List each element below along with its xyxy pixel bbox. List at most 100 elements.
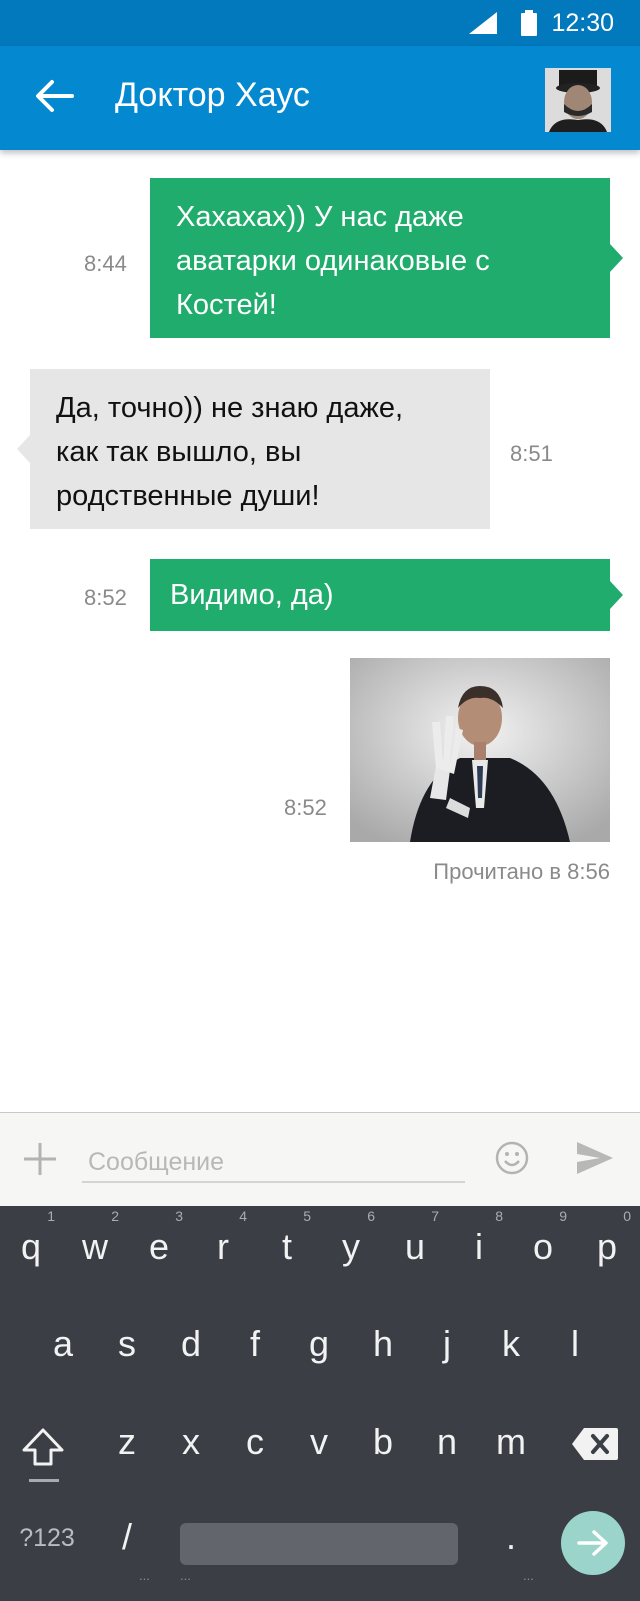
key-q[interactable]: 1q (1, 1206, 61, 1286)
key-label: q (20, 1226, 42, 1267)
status-clock: 12:30 (551, 9, 614, 37)
message-text-line: как так вышло, вы (56, 436, 302, 468)
message-input[interactable] (82, 1143, 465, 1183)
key-label: o (532, 1226, 554, 1267)
app-bar: Доктор Хаус (0, 46, 640, 150)
key-k[interactable]: k (481, 1303, 541, 1383)
message-text-line: Костей! (176, 289, 277, 321)
key-slash[interactable]: / (97, 1496, 157, 1576)
signal-icon (469, 12, 497, 34)
key-a[interactable]: a (33, 1303, 93, 1383)
key-label: p (596, 1226, 618, 1267)
key-v[interactable]: v (289, 1401, 349, 1481)
battery-icon (521, 10, 537, 36)
key-w[interactable]: 2w (65, 1206, 125, 1286)
key-label: / (121, 1516, 132, 1557)
key-hint: 3 (175, 1208, 183, 1224)
key-f[interactable]: f (225, 1303, 285, 1383)
key-label: r (217, 1226, 229, 1267)
key-label: k (502, 1323, 520, 1364)
key-o[interactable]: 9o (513, 1206, 573, 1286)
bubble-tail (610, 581, 623, 609)
incoming-message[interactable]: Да, точно)) не знаю даже, как так вышло,… (17, 369, 490, 529)
key-y[interactable]: 6y (321, 1206, 381, 1286)
message-text-line: Хахахах)) У нас даже (176, 201, 464, 233)
key-n[interactable]: n (417, 1401, 477, 1481)
key-label: w (82, 1226, 108, 1267)
key-hint: 6 (367, 1208, 375, 1224)
key-label: y (342, 1226, 360, 1267)
back-arrow-icon[interactable] (34, 78, 74, 114)
enter-key[interactable] (561, 1511, 625, 1575)
key-label: i (475, 1226, 483, 1267)
message-time: 8:52 (284, 795, 327, 820)
key-label: t (281, 1226, 292, 1267)
key-p[interactable]: 0p (577, 1206, 637, 1286)
key-b[interactable]: b (353, 1401, 413, 1481)
composer-bar (0, 1112, 640, 1206)
key-t[interactable]: 5t (257, 1206, 317, 1286)
key-hint: 0 (623, 1208, 631, 1224)
space-key[interactable] (180, 1523, 458, 1565)
key-hint: 9 (559, 1208, 567, 1224)
key-i[interactable]: 8i (449, 1206, 509, 1286)
key-hint: 2 (111, 1208, 119, 1224)
key-hint-dots: ... (523, 1568, 534, 1583)
key-label: c (246, 1421, 264, 1462)
key-c[interactable]: c (225, 1401, 285, 1481)
key-label: . (505, 1516, 516, 1557)
message-time: 8:52 (84, 585, 127, 610)
read-receipt: Прочитано в 8:56 (433, 859, 610, 884)
key-label: x (182, 1421, 200, 1462)
key-x[interactable]: x (161, 1401, 221, 1481)
key-d[interactable]: d (161, 1303, 221, 1383)
space-hint-dots: ... (180, 1568, 191, 1583)
keyboard: 1q 2w 3e 4r 5t 6y 7u 8i 9o 0p a s d f g … (0, 1206, 640, 1601)
key-hint: 7 (431, 1208, 439, 1224)
key-hint-dots: ... (139, 1568, 150, 1583)
status-bar: 12:30 (0, 0, 640, 46)
bubble-tail (610, 244, 623, 272)
key-label: ?123 (19, 1524, 75, 1552)
key-e[interactable]: 3e (129, 1206, 189, 1286)
message-time: 8:51 (510, 441, 553, 466)
backspace-icon[interactable] (572, 1428, 618, 1460)
key-label: f (249, 1323, 260, 1364)
key-label: u (404, 1226, 426, 1267)
key-label: h (372, 1323, 394, 1364)
chat-title: Доктор Хаус (115, 76, 310, 114)
key-r[interactable]: 4r (193, 1206, 253, 1286)
key-m[interactable]: m (481, 1401, 541, 1481)
key-h[interactable]: h (353, 1303, 413, 1383)
message-time: 8:44 (84, 251, 127, 276)
key-label: m (496, 1421, 526, 1462)
send-icon[interactable] (576, 1141, 614, 1175)
shift-icon[interactable] (22, 1428, 64, 1466)
smile-icon[interactable] (495, 1141, 529, 1175)
key-label: g (308, 1323, 330, 1364)
bubble-tail (17, 435, 30, 463)
key-s[interactable]: s (97, 1303, 157, 1383)
outgoing-message[interactable]: Видимо, да) (150, 559, 623, 631)
key-label: e (148, 1226, 170, 1267)
symbols-key[interactable]: ?123 (17, 1496, 77, 1576)
photo-message[interactable] (350, 658, 610, 842)
message-text: Видимо, да) (170, 579, 334, 611)
key-label: z (118, 1421, 136, 1462)
key-z[interactable]: z (97, 1401, 157, 1481)
key-label: a (52, 1323, 74, 1364)
key-j[interactable]: j (417, 1303, 477, 1383)
key-label: d (180, 1323, 202, 1364)
key-u[interactable]: 7u (385, 1206, 445, 1286)
key-hint: 4 (239, 1208, 247, 1224)
message-text-line: родственные души! (56, 480, 320, 512)
key-period[interactable]: . (481, 1496, 541, 1576)
key-label: j (443, 1323, 451, 1364)
key-l[interactable]: l (545, 1303, 605, 1383)
shift-indicator (29, 1479, 59, 1482)
avatar[interactable] (545, 68, 611, 132)
plus-icon[interactable] (22, 1141, 58, 1177)
outgoing-message[interactable]: Хахахах)) У нас даже аватарки одинаковые… (150, 178, 623, 338)
key-label: s (118, 1323, 136, 1364)
key-g[interactable]: g (289, 1303, 349, 1383)
